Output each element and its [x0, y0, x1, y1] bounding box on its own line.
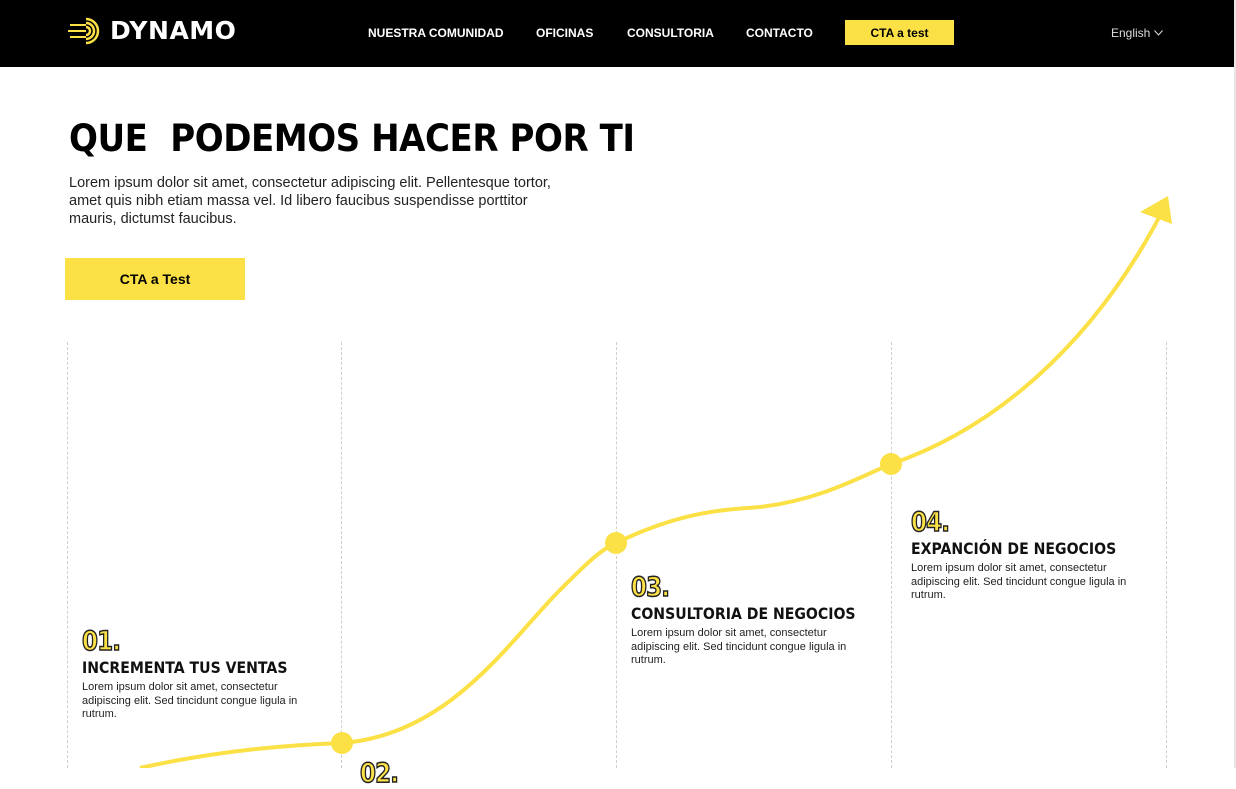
nav-link-nuestra-comunidad[interactable]: NUESTRA COMUNIDAD — [368, 26, 504, 40]
column-divider — [616, 342, 617, 768]
nav-link-consultoria[interactable]: CONSULTORIA — [627, 26, 714, 40]
step-number: 02. — [359, 758, 399, 789]
step-description: Lorem ipsum dolor sit amet, consectetur … — [631, 627, 847, 666]
logo-text: DYNAMO — [110, 16, 237, 45]
step-title: CONSULTORIA DE NEGOCIOS — [631, 604, 856, 623]
column-divider — [891, 342, 892, 768]
step-number: 03. — [630, 572, 670, 603]
top-navbar: DYNAMO NUESTRA COMUNIDAD OFICINAS CONSUL… — [0, 0, 1236, 67]
nav-link-contacto[interactable]: CONTACTO — [746, 26, 813, 40]
dynamo-logo[interactable]: DYNAMO — [68, 16, 236, 46]
step-number: 01. — [81, 626, 121, 657]
step-description: Lorem ipsum dolor sit amet, consectetur … — [911, 562, 1127, 601]
language-selector[interactable]: English — [1111, 26, 1164, 40]
chevron-down-icon — [1154, 30, 1164, 36]
step-title: EXPANCIÓN DE NEGOCIOS — [911, 539, 1117, 558]
arrow-head-icon — [1140, 196, 1172, 224]
step-04: 04. EXPANCIÓN DE NEGOCIOS Lorem ipsum do… — [910, 507, 1144, 603]
step-02: 02. — [359, 758, 405, 789]
step-title: INCREMENTA TUS VENTAS — [82, 658, 288, 677]
step-01: 01. INCREMENTA TUS VENTAS Lorem ipsum do… — [81, 626, 315, 722]
column-divider — [67, 342, 68, 768]
column-divider — [341, 342, 342, 768]
hero-description: Lorem ipsum dolor sit amet, consectetur … — [69, 175, 551, 227]
step-description: Lorem ipsum dolor sit amet, consectetur … — [82, 681, 298, 720]
column-divider — [1166, 342, 1167, 768]
dynamo-logo-icon — [68, 17, 100, 45]
language-label: English — [1111, 26, 1151, 40]
nav-link-oficinas[interactable]: OFICINAS — [536, 26, 593, 40]
hero-cta-button[interactable]: CTA a Test — [65, 258, 245, 300]
header-cta-button[interactable]: CTA a test — [845, 20, 954, 45]
step-03: 03. CONSULTORIA DE NEGOCIOS Lorem ipsum … — [630, 572, 886, 668]
hero-title: QUE PODEMOS HACER POR TI — [69, 117, 635, 160]
milestone-dot-1 — [331, 732, 353, 754]
step-number: 04. — [910, 507, 950, 538]
